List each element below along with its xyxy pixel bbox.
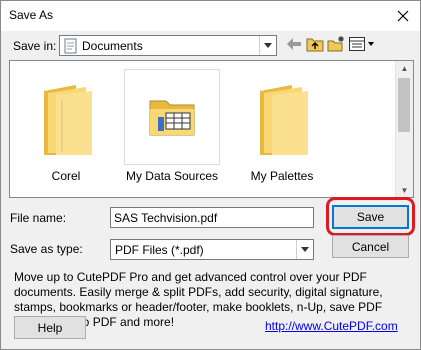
folder-icon: [44, 85, 92, 155]
folder-icon: [260, 85, 308, 155]
save-in-label: Save in:: [13, 39, 57, 53]
up-one-level-button[interactable]: [305, 34, 325, 54]
list-item[interactable]: Corel: [15, 69, 123, 195]
cancel-button[interactable]: Cancel: [332, 235, 409, 258]
folder-up-icon: [306, 38, 324, 52]
new-folder-icon: [327, 36, 344, 52]
file-name-input[interactable]: [111, 208, 313, 227]
close-icon: [397, 10, 409, 22]
file-list[interactable]: Corel My Data Sources My Palettes ▲ ▼: [9, 60, 414, 198]
back-arrow-icon: [287, 38, 301, 50]
list-item-label: Corel: [51, 169, 81, 183]
chevron-down-icon: [296, 240, 313, 259]
save-button[interactable]: Save: [332, 205, 409, 229]
chevron-down-icon: [259, 36, 276, 55]
vertical-scrollbar[interactable]: ▲ ▼: [395, 61, 413, 197]
new-folder-button[interactable]: [326, 34, 346, 54]
list-item[interactable]: My Palettes: [231, 69, 339, 195]
list-item-label: My Palettes: [250, 169, 314, 183]
scroll-down-icon[interactable]: ▼: [396, 183, 413, 197]
file-name-field[interactable]: [110, 207, 314, 228]
save-in-value: Documents: [82, 39, 143, 53]
list-item[interactable]: My Data Sources: [121, 69, 229, 195]
back-button[interactable]: [284, 34, 304, 54]
save-as-type-value: PDF Files (*.pdf): [115, 243, 204, 257]
save-as-type-dropdown[interactable]: PDF Files (*.pdf): [110, 239, 314, 260]
scrollbar-thumb[interactable]: [398, 78, 410, 132]
view-menu-icon: [349, 37, 374, 51]
save-as-dialog: Save As Save in: Documents Corel My Data…: [0, 0, 421, 350]
view-menu-button[interactable]: [348, 34, 376, 54]
save-as-type-label: Save as type:: [10, 242, 83, 256]
cutepdf-link[interactable]: http://www.CutePDF.com: [265, 319, 398, 333]
title-bar: Save As: [1, 1, 420, 31]
window-title: Save As: [9, 8, 54, 22]
help-button[interactable]: Help: [14, 316, 86, 339]
save-in-dropdown[interactable]: Documents: [59, 35, 277, 56]
scroll-up-icon[interactable]: ▲: [396, 61, 413, 75]
file-name-label: File name:: [10, 211, 67, 225]
close-button[interactable]: [390, 4, 416, 28]
data-sources-folder-icon: [149, 100, 195, 136]
list-item-label: My Data Sources: [125, 169, 219, 183]
documents-folder-icon: [64, 38, 77, 54]
